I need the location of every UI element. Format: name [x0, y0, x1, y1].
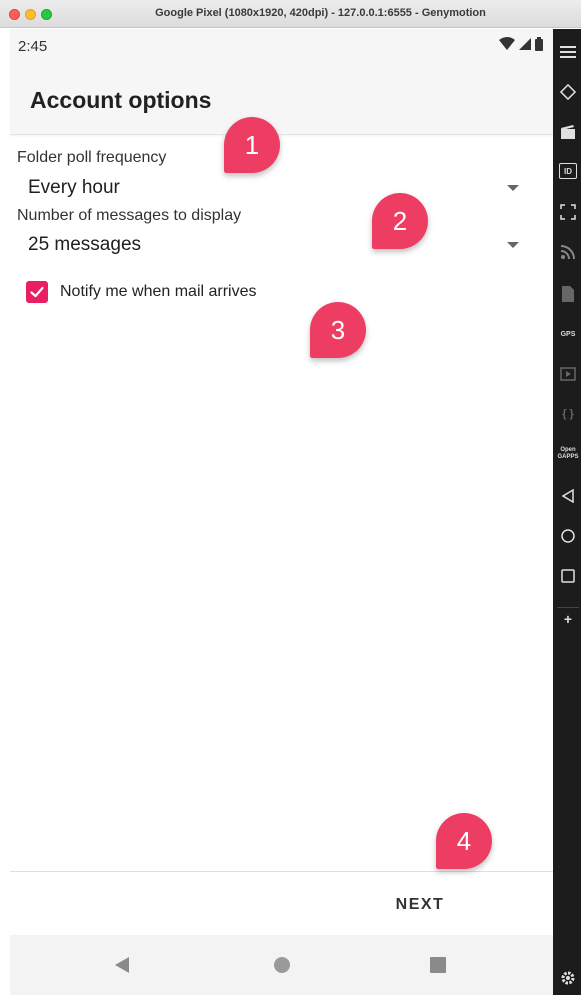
page-title: Account options	[30, 87, 212, 113]
sim-card-icon[interactable]	[557, 283, 579, 305]
nav-home-button[interactable]	[270, 953, 294, 977]
poll-frequency-spinner[interactable]: Every hour	[17, 171, 527, 205]
bottom-divider	[10, 871, 553, 872]
notify-label: Notify me when mail arrives	[60, 283, 257, 300]
next-button[interactable]: NEXT	[370, 887, 470, 923]
settings-gear-icon[interactable]	[557, 967, 579, 989]
annotation-callout-1: 1	[224, 117, 280, 173]
dropdown-arrow-icon	[507, 242, 519, 248]
menu-icon[interactable]	[557, 41, 579, 63]
app-bar: Account options	[10, 65, 553, 135]
android-nav-bar	[10, 935, 553, 995]
nav-back-button[interactable]	[110, 953, 134, 977]
nav-recents-button[interactable]	[426, 953, 450, 977]
back-triangle-icon	[115, 957, 129, 973]
add-icon[interactable]: +	[557, 607, 579, 629]
annotation-callout-4: 4	[436, 813, 492, 869]
dropdown-arrow-icon	[507, 185, 519, 191]
messages-display-value: 25 messages	[28, 234, 142, 255]
poll-frequency-value: Every hour	[28, 177, 120, 198]
pixel-perfect-icon[interactable]	[557, 201, 579, 223]
poll-frequency-label: Folder poll frequency	[17, 149, 167, 166]
status-bar: 2:45	[10, 29, 553, 65]
notify-checkbox-row[interactable]: Notify me when mail arrives	[26, 279, 257, 305]
window-titlebar: Google Pixel (1080x1920, 420dpi) - 127.0…	[0, 0, 581, 28]
network-feed-icon[interactable]	[557, 241, 579, 263]
zoom-window-button[interactable]	[41, 9, 52, 20]
rotate-icon[interactable]	[557, 81, 579, 103]
back-icon[interactable]	[557, 485, 579, 507]
signal-icon	[519, 38, 531, 50]
notify-checkbox[interactable]	[26, 281, 48, 303]
device-id-icon[interactable]: ID	[559, 163, 577, 179]
recents-square-icon	[430, 957, 446, 973]
media-icon[interactable]	[557, 363, 579, 385]
capture-icon[interactable]	[557, 121, 579, 143]
home-icon[interactable]	[557, 525, 579, 547]
messages-display-label: Number of messages to display	[17, 207, 242, 224]
status-time: 2:45	[18, 38, 48, 55]
annotation-callout-2: 2	[372, 193, 428, 249]
home-circle-icon	[274, 957, 290, 973]
emulator-toolbar: ID GPS { } Open GAPPS +	[553, 29, 581, 995]
window-title: Google Pixel (1080x1920, 420dpi) - 127.0…	[155, 7, 486, 19]
gps-icon[interactable]: GPS	[557, 323, 579, 345]
code-icon[interactable]: { }	[557, 403, 579, 425]
open-gapps-icon[interactable]: Open GAPPS	[557, 443, 579, 465]
recents-icon[interactable]	[557, 565, 579, 587]
minimize-window-button[interactable]	[25, 9, 36, 20]
wifi-icon	[499, 37, 515, 50]
check-icon	[30, 286, 44, 298]
status-icons	[499, 37, 543, 51]
close-window-button[interactable]	[9, 9, 20, 20]
messages-display-spinner[interactable]: 25 messages	[17, 228, 527, 262]
annotation-callout-3: 3	[310, 302, 366, 358]
battery-icon	[535, 37, 543, 51]
